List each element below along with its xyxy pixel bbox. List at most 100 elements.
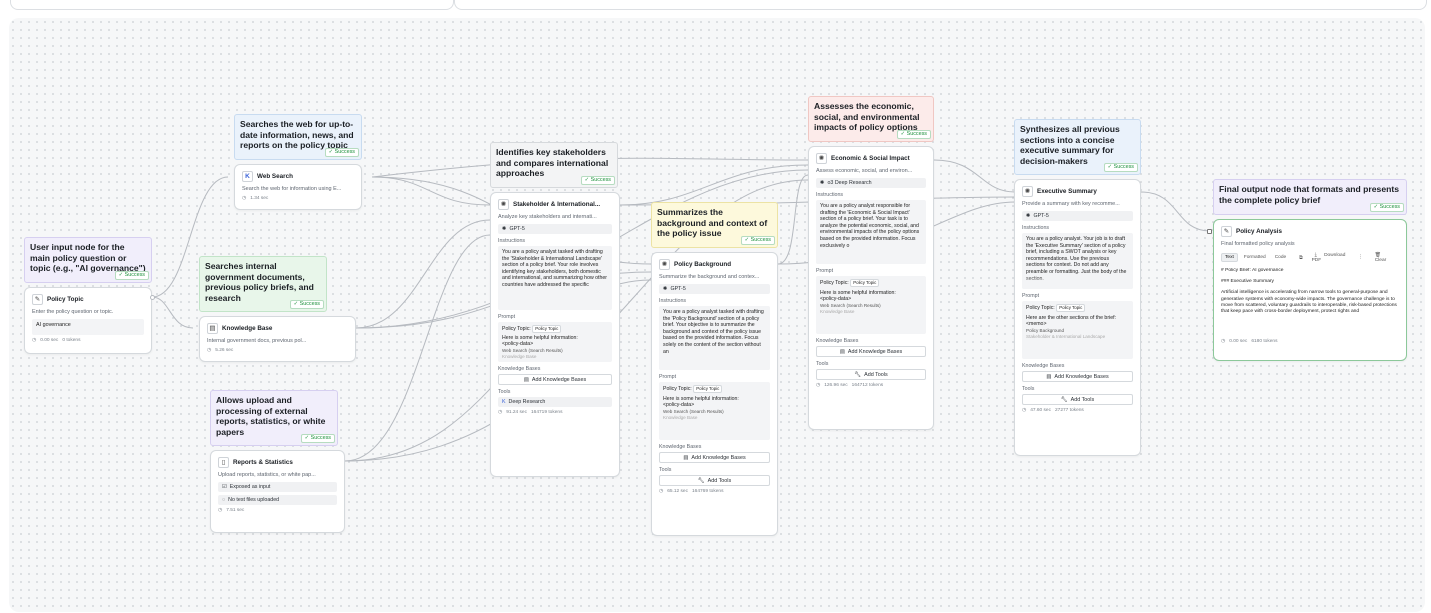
run-meta: ◷ 0.00 sec 6180 tokens [1221,339,1399,344]
clear-button[interactable]: 🗑︎ Clear [1369,252,1399,264]
note-final[interactable]: Final output node that formats and prese… [1213,179,1407,215]
note-economic[interactable]: Assesses the economic, social, and envir… [808,96,934,142]
prompt-ref: Knowledge Base [502,354,537,360]
reports-node[interactable]: ▯ Reports & Statistics Upload reports, st… [210,450,345,533]
note-knowledge[interactable]: Searches internal government documents, … [199,256,327,312]
note-web-search[interactable]: Searches the web for up-to-date informat… [234,114,362,160]
copy-icon[interactable]: ⧉ [1296,254,1305,262]
pencil-icon: ✎ [1221,225,1232,237]
success-badge: ✓ Success [580,176,615,185]
add-knowledge-bases-button[interactable]: ▤ Add Knowledge Bases [1022,371,1133,382]
pencil-icon: ✎ [32,293,43,305]
model-label: GPT-5 [1033,213,1049,219]
add-knowledge-bases-button[interactable]: ▤ Add Knowledge Bases [498,374,612,385]
tool-label: Deep Research [508,399,546,405]
note-executive[interactable]: Synthesizes all previous sections into a… [1014,119,1141,175]
knowledge-bases-label: Knowledge Bases [816,338,859,344]
note-text: User input node for the main policy ques… [30,242,146,273]
web-search-node[interactable]: K Web Search Search the web for informati… [234,164,362,210]
knowledge-bases-label: Knowledge Bases [659,444,702,450]
prompt-label: Prompt [659,374,677,380]
model-selector[interactable]: ✺ o3 Deep Research [816,178,926,188]
policy-topic-node[interactable]: ✎ Policy Topic Enter the policy question … [24,287,152,354]
download-pdf-button[interactable]: ⤓ Download PDF [1309,251,1352,264]
openai-icon: ✺ [1026,213,1031,219]
left-panel-edge [10,0,454,10]
prompt-label: Prompt [816,268,834,274]
economic-node[interactable]: ✺ Economic & Social Impact Assess economi… [808,146,934,430]
model-label: GPT-5 [509,226,525,232]
note-text: Synthesizes all previous sections into a… [1020,124,1120,166]
deep-research-icon: K [502,399,506,405]
button-label: Add Tools [1070,396,1095,403]
model-selector[interactable]: ✺ GPT-5 [1022,211,1133,221]
policy-topic-input[interactable]: AI governance [32,319,144,335]
output-tabs: Text Formatted Code ⧉ ⤓ Download PDF ⋮ 🗑… [1221,251,1399,264]
right-panel-edge [454,0,1427,10]
model-label: GPT-5 [670,286,686,292]
tab-code[interactable]: Code [1272,254,1289,261]
run-tokens: 164712 tokens [851,383,884,388]
openai-icon: ✺ [498,198,509,210]
background-node[interactable]: ✺ Policy Background Summarize the backgro… [651,252,778,536]
variable-tag: Policy Topic [1056,304,1086,312]
note-user-input[interactable]: User input node for the main policy ques… [24,237,152,283]
prompt-field[interactable]: Policy Topic: Policy Topic Here is some … [498,322,612,362]
run-meta: ◷ 7.51 sec [218,508,337,513]
note-background[interactable]: Summarizes the background and context of… [651,202,778,248]
instructions-field[interactable]: You are a policy analyst responsible for… [816,200,926,264]
output-area[interactable]: # Policy Brief: AI governance ### Execut… [1221,268,1399,336]
add-tools-button[interactable]: 🔧︎ Add Tools [659,475,770,486]
run-time: 65.12 sec [667,489,688,494]
clock-icon: ◷ [1022,408,1027,413]
more-icon[interactable]: ⋮ [1355,254,1366,261]
knowledge-bases-label: Knowledge Bases [498,366,541,372]
deep-research-tool[interactable]: K Deep Research [498,397,612,407]
tab-formatted[interactable]: Formatted [1241,254,1269,261]
node-description: Provide a summary with key recomme... [1022,201,1120,207]
variable-tag: Policy Topic [693,385,723,393]
policy-analysis-node[interactable]: ✎ Policy Analysis Final formatted policy … [1213,219,1407,361]
add-knowledge-bases-button[interactable]: ▤ Add Knowledge Bases [816,346,926,357]
tab-text[interactable]: Text [1221,253,1238,262]
input-port[interactable] [1207,229,1212,234]
output-port[interactable] [150,295,155,300]
instructions-field[interactable]: You are a policy analyst tasked with dra… [659,306,770,370]
node-description: Assess economic, social, and environ... [816,168,913,174]
prompt-topic: Policy Topic: [502,326,531,332]
tools-label: Tools [816,361,829,367]
openai-icon: ✺ [659,258,670,270]
variable-tag: Policy Topic [532,325,562,333]
note-uploads[interactable]: Allows upload and processing of external… [210,390,338,446]
exposed-toggle[interactable]: ☑ Exposed as input [218,482,337,492]
run-tokens: 6180 tokens [1251,339,1278,344]
node-description: Upload reports, statistics, or white pap… [218,472,316,478]
instructions-label: Instructions [816,192,844,198]
run-time: 47.60 sec [1030,408,1051,413]
node-title: Web Search [257,172,293,180]
add-knowledge-bases-button[interactable]: ▤ Add Knowledge Bases [659,452,770,463]
node-title: Policy Background [674,260,732,268]
prompt-field[interactable]: Policy Topic: Policy Topic Here are the … [1022,301,1133,359]
run-time: 0.00 sec [1229,339,1248,344]
knowledge-base-node[interactable]: ▤ Knowledge Base Internal government docs… [199,316,356,362]
prompt-label: Prompt [1022,293,1040,299]
add-tools-button[interactable]: 🔧︎ Add Tools [816,369,926,380]
prompt-field[interactable]: Policy Topic: Policy Topic Here is some … [659,382,770,440]
checkbox-icon: ☑ [222,484,227,490]
instructions-field[interactable]: You are a policy analyst. Your job is to… [1022,233,1133,289]
node-title: Economic & Social Impact [831,154,910,162]
prompt-ref: Web Search (Search Results) [663,408,724,414]
model-selector[interactable]: ✺ GPT-5 [498,224,612,234]
node-title: Reports & Statistics [233,458,293,466]
output-line: # Policy Brief: AI governance [1221,268,1284,273]
executive-node[interactable]: ✺ Executive Summary Provide a summary wit… [1014,179,1141,456]
stakeholder-node[interactable]: ✺ Stakeholder & International... Analyze … [490,192,620,477]
prompt-field[interactable]: Policy Topic: Policy Topic Here is some … [816,276,926,334]
wrench-icon: 🔧︎ [1060,396,1068,403]
model-selector[interactable]: ✺ GPT-5 [659,284,770,294]
run-meta: ◷ 1.34 sec [242,196,354,201]
add-tools-button[interactable]: 🔧︎ Add Tools [1022,394,1133,405]
note-stakeholder[interactable]: Identifies key stakeholders and compares… [490,142,618,188]
instructions-field[interactable]: You are a policy analyst tasked with dra… [498,246,612,310]
